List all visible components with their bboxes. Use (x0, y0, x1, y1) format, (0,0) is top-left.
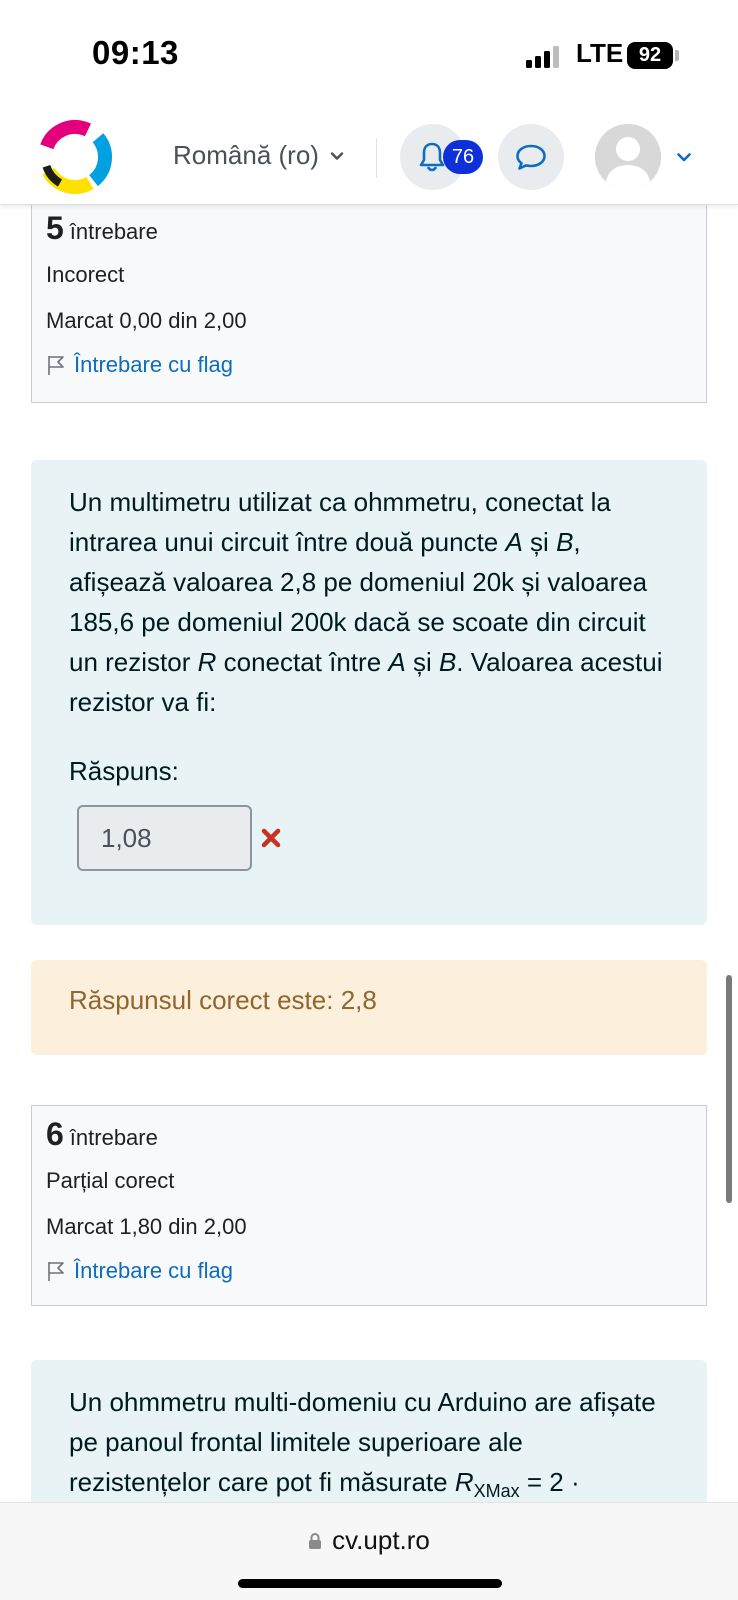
battery-icon: 92 (627, 42, 673, 69)
top-navbar: Română (ro) 76 (0, 110, 738, 205)
status-bar: 09:13 LTE 92 (0, 0, 738, 110)
page-scrollbar[interactable] (726, 975, 732, 1203)
cellular-signal-icon (526, 44, 562, 68)
flag-question-label: Întrebare cu flag (74, 1258, 233, 1283)
navbar-divider (376, 138, 377, 178)
question-state: Parțial corect (46, 1168, 175, 1193)
question-number-label: întrebare (69, 219, 158, 244)
question-info-6: 6 întrebare Parțial corect Marcat 1,80 d… (31, 1105, 707, 1306)
status-time: 09:13 (92, 34, 179, 71)
flag-question-label: Întrebare cu flag (74, 352, 233, 377)
chat-bubble-icon (516, 144, 546, 170)
browser-url-bar[interactable]: cv.upt.ro (0, 1502, 738, 1600)
user-menu-chevron-icon[interactable] (675, 148, 693, 166)
flag-question-link[interactable]: Întrebare cu flag (46, 1258, 233, 1284)
flag-icon (48, 356, 64, 375)
home-indicator[interactable] (238, 1579, 502, 1588)
language-label: Română (ro) (173, 140, 319, 170)
language-menu[interactable]: Română (ro) (173, 140, 345, 171)
user-avatar[interactable] (595, 124, 661, 190)
messages-button[interactable] (498, 124, 564, 190)
question-state: Incorect (46, 262, 125, 287)
url-display[interactable]: cv.upt.ro (0, 1525, 738, 1556)
question-info-5: 5 întrebare Incorect Marcat 0,00 din 2,0… (31, 205, 707, 403)
incorrect-x-icon (261, 828, 281, 848)
question-grade: Marcat 1,80 din 2,00 (46, 1214, 247, 1239)
answer-label: Răspuns: (69, 756, 179, 786)
question-text: Un ohmmetru multi-domeniu cu Arduino are… (69, 1387, 656, 1502)
answer-input[interactable]: 1,08 (77, 805, 252, 871)
question-formulation-6: Un ohmmetru multi-domeniu cu Arduino are… (31, 1360, 707, 1502)
question-number: 6 întrebare (46, 1116, 158, 1153)
network-type: LTE (576, 38, 624, 68)
flag-icon (48, 1262, 64, 1281)
question-number-value: 5 (46, 210, 64, 246)
url-text: cv.upt.ro (332, 1525, 430, 1555)
question-number-label: întrebare (69, 1125, 158, 1150)
answer-row: 1,08 (77, 805, 669, 871)
lock-icon (309, 1532, 322, 1549)
bell-icon (419, 142, 445, 172)
notification-count-badge: 76 (443, 140, 483, 174)
chevron-down-icon (330, 151, 344, 160)
question-text: Un multimetru utilizat ca ohmmetru, cone… (69, 487, 663, 717)
flag-question-link[interactable]: Întrebare cu flag (46, 352, 233, 378)
quiz-review-content: 5 întrebare Incorect Marcat 0,00 din 2,0… (0, 205, 738, 1502)
question-number: 5 întrebare (46, 210, 158, 247)
question-grade: Marcat 0,00 din 2,00 (46, 308, 247, 333)
battery-cap (675, 50, 679, 61)
question-formulation-5: Un multimetru utilizat ca ohmmetru, cone… (31, 460, 707, 925)
correct-answer-feedback: Răspunsul corect este: 2,8 (31, 960, 707, 1055)
question-number-value: 6 (46, 1116, 64, 1152)
user-silhouette-icon (595, 124, 661, 190)
site-logo[interactable] (34, 116, 116, 198)
